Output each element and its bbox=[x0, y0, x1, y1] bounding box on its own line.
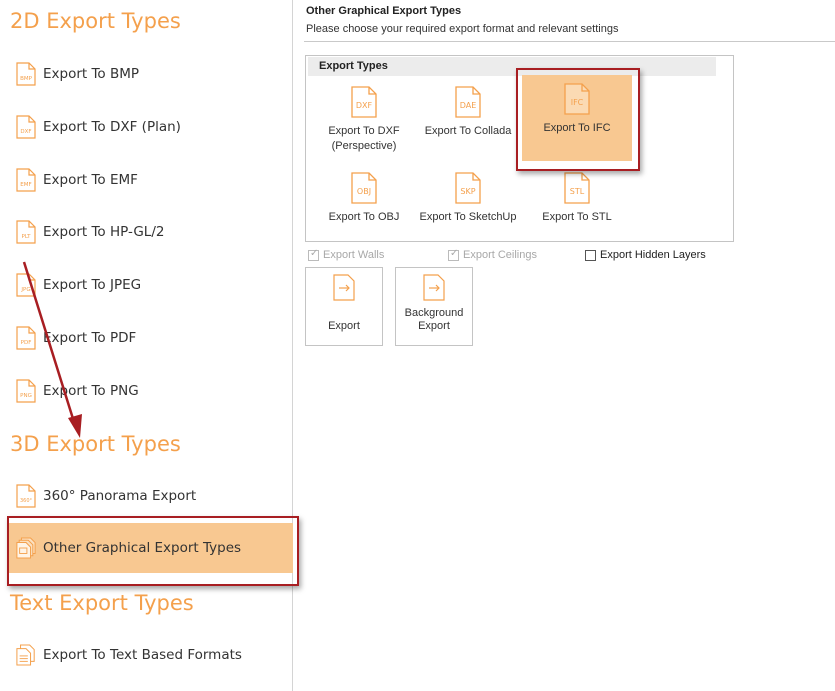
page-subtitle: Please choose your required export forma… bbox=[306, 23, 619, 35]
group-header: Export Types bbox=[308, 57, 716, 76]
ifc-file-icon: IFC bbox=[564, 83, 590, 115]
checkbox-label: Export Ceilings bbox=[463, 249, 537, 261]
sidebar-item-label: 360° Panorama Export bbox=[43, 488, 197, 504]
checkbox-label: Export Walls bbox=[323, 249, 385, 261]
export-type-label: Export To STL bbox=[542, 211, 612, 223]
obj-file-icon: OBJ bbox=[351, 172, 377, 204]
svg-text:STL: STL bbox=[570, 187, 585, 196]
sidebar-item-label: Export To DXF (Plan) bbox=[43, 119, 181, 135]
sidebar-item-pdf[interactable]: PDF Export To PDF bbox=[8, 313, 293, 363]
export-button-label: Export bbox=[328, 320, 360, 332]
checkbox-box bbox=[448, 248, 459, 261]
text-files-icon bbox=[16, 644, 35, 666]
divider bbox=[304, 41, 835, 42]
sidebar-item-label: Export To BMP bbox=[43, 66, 140, 82]
export-type-ifc[interactable]: IFC Export To IFC bbox=[522, 75, 632, 161]
emf-file-icon: EMF bbox=[16, 168, 36, 192]
png-file-icon: PNG bbox=[16, 379, 36, 403]
page-title: Other Graphical Export Types bbox=[306, 5, 462, 17]
export-type-collada[interactable]: DAE Export To Collada bbox=[413, 78, 523, 158]
sidebar-item-label: Export To Text Based Formats bbox=[43, 647, 242, 663]
stacked-files-icon bbox=[16, 537, 36, 559]
export-types-sidebar: 2D Export Types BMP Export To BMP DXF Ex… bbox=[0, 0, 293, 691]
bmp-file-icon: BMP bbox=[16, 62, 36, 86]
export-type-sketchup[interactable]: SKP Export To SketchUp bbox=[413, 164, 523, 228]
skp-file-icon: SKP bbox=[455, 172, 481, 204]
checkbox-box bbox=[308, 248, 319, 261]
sidebar-item-dxf-plan[interactable]: DXF Export To DXF (Plan) bbox=[8, 102, 293, 152]
sidebar-item-label: Export To PDF bbox=[43, 330, 137, 346]
sidebar-item-other-graphical[interactable]: Other Graphical Export Types bbox=[8, 523, 293, 573]
sidebar-item-label: Other Graphical Export Types bbox=[43, 540, 242, 556]
sidebar-item-bmp[interactable]: BMP Export To BMP bbox=[8, 49, 293, 99]
export-type-label: Export To IFC bbox=[543, 122, 611, 134]
stl-file-icon: STL bbox=[564, 172, 590, 204]
export-type-dxf-perspective[interactable]: DXF Export To DXF (Perspective) bbox=[309, 78, 419, 158]
export-type-label: Export To Collada bbox=[424, 125, 512, 137]
sidebar-item-hpgl2[interactable]: PLT Export To HP-GL/2 bbox=[8, 207, 293, 257]
sidebar-item-emf[interactable]: EMF Export To EMF bbox=[8, 155, 293, 205]
export-type-obj[interactable]: OBJ Export To OBJ bbox=[309, 164, 419, 228]
svg-text:PNG: PNG bbox=[20, 393, 32, 399]
section-title-2d: 2D Export Types bbox=[10, 9, 181, 33]
sidebar-item-label: Export To EMF bbox=[43, 172, 138, 188]
checkbox-label: Export Hidden Layers bbox=[600, 249, 706, 261]
export-arrow-icon bbox=[423, 274, 445, 301]
svg-text:SKP: SKP bbox=[460, 187, 475, 196]
sidebar-item-jpeg[interactable]: JPG Export To JPEG bbox=[8, 260, 293, 310]
sidebar-item-panorama[interactable]: 360° 360° Panorama Export bbox=[8, 471, 293, 521]
svg-text:OBJ: OBJ bbox=[357, 187, 371, 196]
svg-text:DXF: DXF bbox=[356, 101, 373, 110]
sidebar-item-label: Export To JPEG bbox=[43, 277, 142, 293]
sidebar-item-text-formats[interactable]: Export To Text Based Formats bbox=[8, 630, 293, 680]
svg-text:PDF: PDF bbox=[21, 340, 32, 346]
background-export-button-label: Background Export bbox=[404, 307, 464, 332]
dxf-file-icon: DXF bbox=[16, 115, 36, 139]
sidebar-item-label: Export To PNG bbox=[43, 383, 139, 399]
export-type-label: Export To SketchUp bbox=[419, 211, 517, 223]
svg-text:DXF: DXF bbox=[20, 129, 31, 135]
svg-text:EMF: EMF bbox=[20, 182, 31, 188]
section-title-3d: 3D Export Types bbox=[10, 432, 181, 456]
sidebar-item-label: Export To HP-GL/2 bbox=[43, 224, 165, 240]
checkbox-box bbox=[585, 249, 596, 261]
export-hidden-layers-checkbox[interactable]: Export Hidden Layers bbox=[585, 249, 706, 261]
dxf-file-icon: DXF bbox=[351, 86, 377, 118]
export-arrow-icon bbox=[333, 274, 355, 301]
svg-text:360°: 360° bbox=[20, 498, 33, 504]
export-ceilings-checkbox[interactable]: Export Ceilings bbox=[448, 248, 537, 261]
svg-text:JPG: JPG bbox=[20, 287, 30, 293]
background-export-button[interactable]: Background Export bbox=[395, 267, 473, 346]
export-settings-panel: Other Graphical Export Types Please choo… bbox=[294, 0, 835, 691]
svg-text:DAE: DAE bbox=[460, 101, 477, 110]
svg-text:IFC: IFC bbox=[571, 98, 584, 107]
svg-text:BMP: BMP bbox=[20, 76, 33, 82]
panorama-file-icon: 360° bbox=[16, 484, 36, 508]
export-button[interactable]: Export bbox=[305, 267, 383, 346]
section-title-text: Text Export Types bbox=[10, 591, 194, 615]
plt-file-icon: PLT bbox=[16, 220, 36, 244]
sidebar-item-png[interactable]: PNG Export To PNG bbox=[8, 366, 293, 416]
svg-text:PLT: PLT bbox=[22, 234, 32, 240]
dae-file-icon: DAE bbox=[455, 86, 481, 118]
export-types-group: Export Types DXF Export To DXF (Perspect… bbox=[305, 55, 734, 242]
pdf-file-icon: PDF bbox=[16, 326, 36, 350]
export-type-label: Export To OBJ bbox=[328, 211, 400, 223]
export-type-label: Export To DXF (Perspective) bbox=[328, 125, 400, 152]
jpg-file-icon: JPG bbox=[16, 273, 36, 297]
export-walls-checkbox[interactable]: Export Walls bbox=[308, 248, 385, 261]
export-type-stl[interactable]: STL Export To STL bbox=[522, 164, 632, 228]
